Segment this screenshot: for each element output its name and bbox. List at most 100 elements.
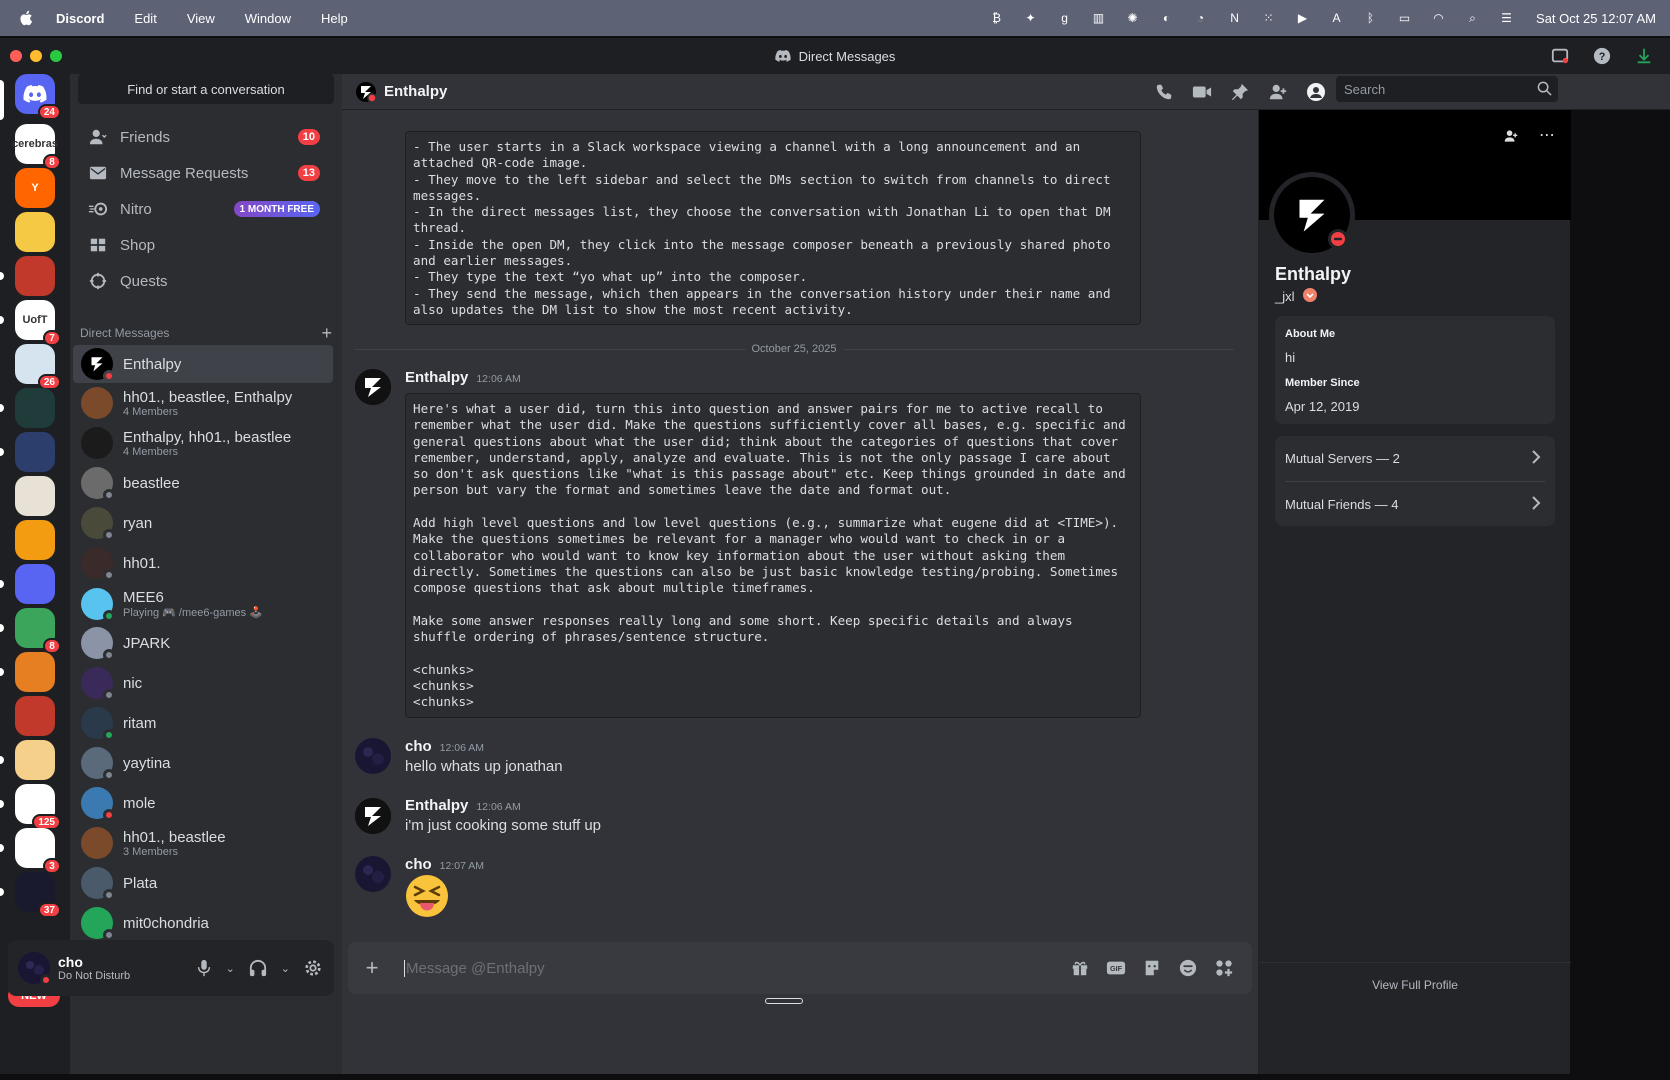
emoji-icon[interactable] xyxy=(1178,958,1198,978)
nav-friends[interactable]: Friends 10 xyxy=(78,120,334,154)
user-profile-toggle-icon[interactable] xyxy=(1306,82,1326,102)
input-source-icon[interactable]: A xyxy=(1328,11,1345,26)
server-icon[interactable]: 125 xyxy=(15,784,61,830)
dm-item[interactable]: mole xyxy=(73,784,333,822)
nav-quests[interactable]: Quests xyxy=(78,264,334,298)
dm-item[interactable]: hh01. xyxy=(73,544,333,582)
dm-item[interactable]: beastlee xyxy=(73,464,333,502)
notion-icon[interactable]: N xyxy=(1226,11,1243,26)
user-info[interactable]: cho Do Not Disturb xyxy=(58,954,130,982)
menu-view[interactable]: View xyxy=(187,11,215,26)
message-avatar-cho[interactable] xyxy=(355,738,391,774)
message-author[interactable]: cho xyxy=(405,738,432,755)
message-author[interactable]: cho xyxy=(405,856,432,873)
squinting-tongue-emoji-icon[interactable] xyxy=(405,874,449,918)
video-call-icon[interactable] xyxy=(1192,82,1212,102)
grammarly-icon[interactable]: g xyxy=(1056,11,1073,26)
sticker-icon[interactable] xyxy=(1142,958,1162,978)
dm-item[interactable]: Plata xyxy=(73,864,333,902)
find-conversation-button[interactable]: Find or start a conversation xyxy=(78,74,334,104)
message-author[interactable]: Enthalpy xyxy=(405,797,468,814)
nav-message-requests[interactable]: Message Requests 13 xyxy=(78,156,334,190)
dm-item[interactable]: JPARK xyxy=(73,624,333,662)
server-icon[interactable]: UofT 7 xyxy=(15,300,61,346)
gift-icon[interactable] xyxy=(1070,958,1090,978)
server-icon[interactable] xyxy=(15,212,55,252)
dm-item[interactable]: yaytina xyxy=(73,744,333,782)
message-input[interactable]: Message @Enthalpy xyxy=(404,959,545,977)
server-icon[interactable] xyxy=(15,388,55,428)
butterfly-icon[interactable]: ✦ xyxy=(1022,11,1039,26)
server-icon[interactable]: cerebras 8 xyxy=(12,124,61,170)
mic-options-chevron-icon[interactable]: ⌄ xyxy=(226,962,235,975)
apps-icon[interactable] xyxy=(1214,958,1234,978)
menu-clock[interactable]: Sat Oct 25 12:07 AM xyxy=(1536,11,1656,26)
home-dm-button[interactable]: 24 xyxy=(15,74,61,120)
microphone-icon[interactable] xyxy=(196,959,212,977)
spotlight-search-icon[interactable]: ⌕ xyxy=(1464,11,1481,26)
server-icon[interactable]: Y xyxy=(15,168,55,208)
message-avatar-cho[interactable] xyxy=(355,856,391,892)
control-center-icon[interactable]: ☰ xyxy=(1498,11,1515,26)
nav-nitro[interactable]: Nitro 1 MONTH FREE xyxy=(78,192,334,226)
server-icon[interactable] xyxy=(15,696,55,736)
message-composer[interactable]: + Message @Enthalpy GIF xyxy=(348,942,1252,994)
menu-app-name[interactable]: Discord xyxy=(56,11,104,26)
headphones-icon[interactable] xyxy=(249,959,267,977)
battery-icon[interactable]: ▭ xyxy=(1396,11,1413,26)
add-friend-button[interactable] xyxy=(1497,122,1525,150)
minimize-window-button[interactable] xyxy=(30,50,42,62)
server-icon[interactable]: 3 xyxy=(15,828,61,874)
audio-bars-icon[interactable]: ▥ xyxy=(1090,11,1107,26)
mutual-servers-row[interactable]: Mutual Servers — 2 xyxy=(1275,436,1555,480)
message-avatar-enthalpy[interactable] xyxy=(355,369,391,405)
user-avatar[interactable] xyxy=(18,952,52,986)
apple-icon[interactable] xyxy=(18,9,36,27)
settings-gear-icon[interactable] xyxy=(304,959,322,977)
server-icon[interactable] xyxy=(15,256,55,296)
inbox-icon[interactable] xyxy=(1550,46,1570,66)
message-author[interactable]: Enthalpy xyxy=(405,369,468,386)
dm-item[interactable]: mit0chondria xyxy=(73,904,333,942)
profile-avatar[interactable] xyxy=(1269,172,1355,258)
menu-edit[interactable]: Edit xyxy=(134,11,156,26)
dm-item[interactable]: nic xyxy=(73,664,333,702)
menu-window[interactable]: Window xyxy=(245,11,291,26)
server-icon[interactable] xyxy=(15,740,55,780)
search-input[interactable]: Search xyxy=(1336,76,1558,102)
create-dm-plus-icon[interactable]: + xyxy=(321,323,332,344)
bluetooth-icon[interactable]: ᛒ xyxy=(1362,11,1379,26)
gif-icon[interactable]: GIF xyxy=(1106,958,1126,978)
attach-plus-icon[interactable]: + xyxy=(362,955,382,980)
play-icon[interactable]: ▶ xyxy=(1294,11,1311,26)
dm-item[interactable]: ritam xyxy=(73,704,333,742)
menu-help[interactable]: Help xyxy=(321,11,348,26)
nav-shop[interactable]: Shop xyxy=(78,228,334,262)
view-full-profile-button[interactable]: View Full Profile xyxy=(1259,962,1571,1006)
wifi-icon[interactable]: ◠ xyxy=(1430,11,1447,26)
toggle-icon[interactable]: ◐ xyxy=(1158,11,1175,26)
dm-item[interactable]: hh01., beastlee 3 Members xyxy=(73,824,333,862)
dm-item[interactable]: MEE6 Playing 🎮 /mee6-games 🕹️ xyxy=(73,585,333,623)
server-icon[interactable]: 8 xyxy=(15,608,61,654)
more-options-icon[interactable]: ⋯ xyxy=(1533,122,1561,150)
grid-dots-icon[interactable]: ⁙ xyxy=(1260,11,1277,26)
server-icon[interactable]: 26 xyxy=(15,344,61,390)
server-icon[interactable]: 37 xyxy=(15,872,61,918)
server-icon[interactable] xyxy=(15,520,55,560)
dm-item[interactable]: Enthalpy, hh01., beastlee 4 Members xyxy=(73,424,333,462)
help-icon[interactable]: ? xyxy=(1592,46,1612,66)
server-icon[interactable] xyxy=(15,432,55,472)
server-icon[interactable] xyxy=(15,564,55,604)
audio-options-chevron-icon[interactable]: ⌄ xyxy=(281,962,290,975)
message-avatar-enthalpy[interactable] xyxy=(355,798,391,834)
dm-item[interactable]: Enthalpy xyxy=(73,345,333,383)
openai-icon[interactable]: ✺ xyxy=(1124,11,1141,26)
server-icon[interactable] xyxy=(15,476,55,516)
dm-item[interactable]: hh01., beastlee, Enthalpy 4 Members xyxy=(73,384,333,422)
server-icon[interactable] xyxy=(15,652,55,692)
dm-item[interactable]: ryan xyxy=(73,504,333,542)
download-icon[interactable] xyxy=(1634,46,1654,66)
vpn-icon[interactable]: ◔ xyxy=(1192,11,1209,26)
zoom-window-button[interactable] xyxy=(50,50,62,62)
